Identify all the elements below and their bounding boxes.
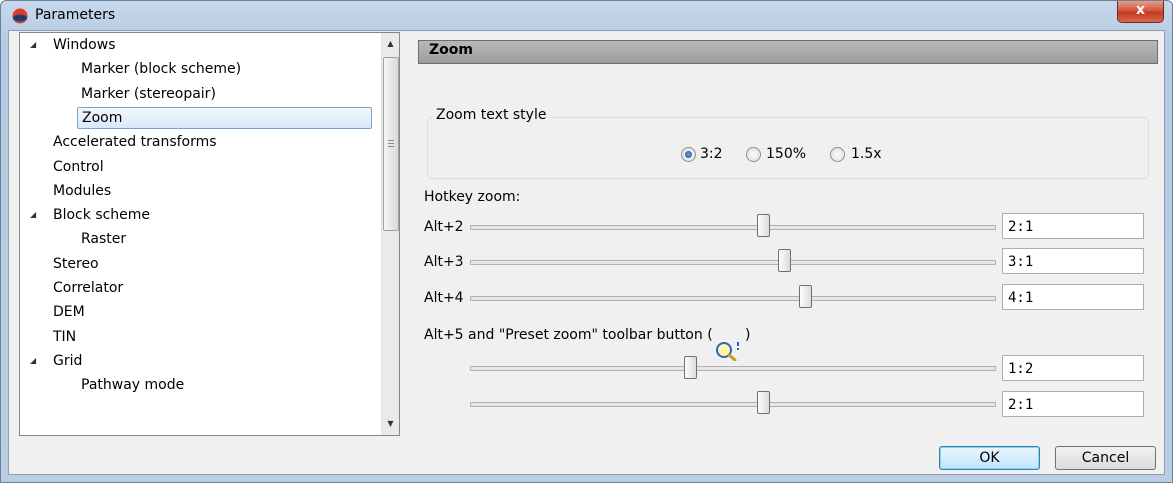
tree-item[interactable]: TIN xyxy=(20,326,380,348)
alt4-label: Alt+4 xyxy=(424,290,464,306)
tree-item[interactable]: ◢ Windows xyxy=(20,34,380,56)
tree-item[interactable]: Correlator xyxy=(20,277,380,299)
tree-item-label: Accelerated transforms xyxy=(53,134,217,151)
tree-item-label: Modules xyxy=(53,182,112,199)
zoom-text-style-title: Zoom text style xyxy=(432,107,551,123)
alt4-slider-thumb[interactable] xyxy=(799,285,813,308)
alt2-slider-thumb[interactable] xyxy=(757,214,771,237)
tree-item-label: Stereo xyxy=(53,255,99,272)
preset1-value-field[interactable]: 1:2 xyxy=(1002,355,1144,381)
tree-item[interactable]: ◢ Grid xyxy=(20,350,380,372)
alt4-slider-track[interactable] xyxy=(470,296,996,301)
expand-arrow-icon[interactable]: ◢ xyxy=(30,34,40,56)
alt3-slider-thumb[interactable] xyxy=(778,249,792,272)
grip-line xyxy=(388,143,394,144)
close-button[interactable]: x xyxy=(1117,1,1164,23)
preset1-slider-track[interactable] xyxy=(470,366,996,371)
magnifier-icon xyxy=(716,342,739,361)
preset-zoom-label: Alt+5 and "Preset zoom" toolbar button ( xyxy=(424,327,713,343)
tree-item[interactable]: ◢ Block scheme xyxy=(20,204,380,226)
preset1-slider-thumb[interactable] xyxy=(684,356,698,379)
tree-item[interactable]: Stereo xyxy=(20,253,380,275)
tree-item-label: Correlator xyxy=(53,280,124,296)
tree-scrollbar[interactable]: ▲ ▼ xyxy=(381,33,399,435)
cancel-button[interactable]: Cancel xyxy=(1055,446,1156,470)
alt2-value-field[interactable]: 2:1 xyxy=(1002,213,1144,239)
tree-item[interactable]: Pathway mode xyxy=(20,374,380,396)
tree-item-label: Control xyxy=(53,158,104,175)
title-bar[interactable]: Parameters x xyxy=(1,1,1172,31)
settings-tree[interactable]: ▲ ▼ ◢ Windows Marker (block scheme) Marker … xyxy=(19,32,400,436)
tree-item[interactable]: Modules xyxy=(20,180,380,202)
tree-item-label: TIN xyxy=(53,328,77,345)
close-icon: x xyxy=(1135,2,1146,18)
preset2-slider-thumb[interactable] xyxy=(757,391,771,414)
tree-item[interactable]: Marker (block scheme) xyxy=(20,58,380,80)
tree-item-label: Raster xyxy=(81,231,127,248)
radio-3-2[interactable] xyxy=(681,147,696,162)
tree-item[interactable]: Zoom xyxy=(20,106,380,129)
tree-item[interactable]: Marker (stereopair) xyxy=(20,83,380,105)
preset2-slider-track[interactable] xyxy=(470,402,996,407)
radio-150-percent[interactable] xyxy=(746,147,761,162)
preset2-value-field[interactable]: 2:1 xyxy=(1002,391,1144,417)
tree-item-label: Grid xyxy=(53,352,83,369)
tree-item-label: DEM xyxy=(53,304,85,321)
alt2-slider-track[interactable] xyxy=(470,225,996,230)
radio-label-150-percent: 150% xyxy=(766,146,807,162)
radio-1-5x[interactable] xyxy=(830,147,845,162)
tree-item[interactable]: DEM xyxy=(20,301,380,323)
expand-arrow-icon[interactable]: ◢ xyxy=(30,204,40,226)
tree-item-label: Pathway mode xyxy=(81,377,185,394)
window-title: Parameters xyxy=(35,7,116,23)
radio-label-1-5x: 1.5x xyxy=(851,146,882,162)
hotkey-zoom-label: Hotkey zoom: xyxy=(424,189,521,205)
grip-line xyxy=(388,146,394,147)
scroll-up-icon[interactable]: ▲ xyxy=(382,35,399,52)
app-icon xyxy=(12,8,28,24)
expand-arrow-icon[interactable]: ◢ xyxy=(30,350,40,372)
panel-title: Zoom xyxy=(429,42,473,58)
tree-item-label: Zoom xyxy=(77,106,372,129)
tree-item-label: Marker (block scheme) xyxy=(81,61,242,78)
tree-item[interactable]: Control xyxy=(20,156,380,178)
alt3-label: Alt+3 xyxy=(424,254,464,270)
radio-label-3-2: 3:2 xyxy=(700,146,723,162)
tree-item[interactable]: Accelerated transforms xyxy=(20,131,380,153)
tree-item[interactable]: Raster xyxy=(20,228,380,250)
panel-header: Zoom xyxy=(418,40,1158,64)
alt3-value-field[interactable]: 3:1 xyxy=(1002,248,1144,274)
ok-button[interactable]: OK xyxy=(939,446,1040,470)
tree-item-label: Block scheme xyxy=(53,207,151,224)
alt2-label: Alt+2 xyxy=(424,219,464,235)
alt3-slider-track[interactable] xyxy=(470,260,996,265)
grip-line xyxy=(388,140,394,141)
alt4-value-field[interactable]: 4:1 xyxy=(1002,284,1144,310)
tree-item-label: Windows xyxy=(53,37,116,53)
scroll-down-icon[interactable]: ▼ xyxy=(382,415,399,432)
preset-zoom-label-end: ) xyxy=(745,327,751,343)
scrollbar-thumb[interactable] xyxy=(383,57,399,231)
tree-item-label: Marker (stereopair) xyxy=(81,85,216,102)
